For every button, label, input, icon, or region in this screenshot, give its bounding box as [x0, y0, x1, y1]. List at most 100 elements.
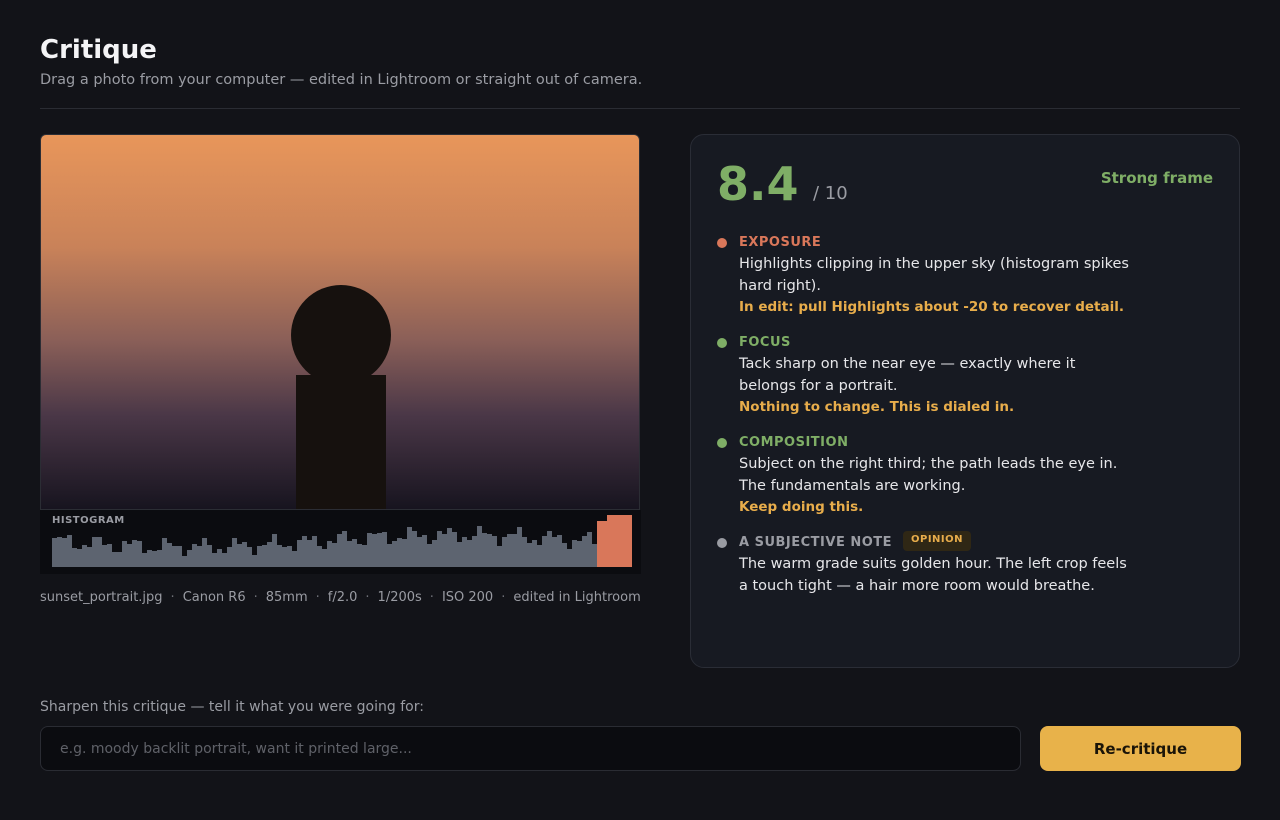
histogram-bar — [352, 539, 357, 567]
histogram-bar — [222, 553, 227, 567]
histogram-bar — [287, 546, 292, 567]
item-heading: COMPOSITION — [739, 435, 849, 450]
score-verdict: Strong frame — [1100, 169, 1213, 187]
meta-separator: · — [170, 590, 175, 605]
histogram-bar — [62, 538, 67, 567]
histogram-bar — [452, 532, 457, 567]
histogram-bar — [72, 548, 77, 567]
histogram-bar — [327, 541, 332, 567]
histogram-bar — [187, 550, 192, 567]
histogram-bar — [382, 532, 387, 567]
item-tip: Keep doing this. — [739, 499, 864, 515]
histogram-chart — [52, 515, 632, 567]
histogram-bar — [527, 543, 532, 567]
item-body: Highlights clipping in the upper sky (hi… — [739, 256, 1129, 294]
histogram-bar — [572, 540, 577, 567]
histogram-bar — [337, 534, 342, 567]
critique-panel: 8.4 / 10 Strong frame EXPOSURE Highlight… — [690, 134, 1240, 668]
histogram-bar — [92, 537, 97, 567]
status-dot — [717, 238, 727, 248]
histogram-bar — [477, 526, 482, 567]
header: Critique Drag a photo from your computer… — [40, 34, 1240, 88]
refine-prompt-input[interactable] — [40, 726, 1021, 771]
histogram-bar — [282, 547, 287, 567]
score-value: 8.4 — [717, 157, 799, 211]
meta-aperture: f/2.0 — [327, 590, 358, 605]
item-heading: A SUBJECTIVE NOTE — [739, 535, 893, 550]
status-dot — [717, 438, 727, 448]
histogram-bar — [532, 540, 537, 567]
histogram-bar — [422, 535, 427, 567]
item-tip: Nothing to change. This is dialed in. — [739, 399, 1015, 415]
histogram-bar — [142, 553, 147, 567]
histogram-bar — [522, 537, 527, 567]
histogram-bar — [127, 544, 132, 567]
photo-image — [40, 134, 640, 510]
histogram-clipping-bar — [607, 515, 632, 567]
item-tip: In edit: pull Highlights about -20 to re… — [739, 299, 1124, 315]
histogram-bar — [462, 537, 467, 567]
histogram-bar — [172, 546, 177, 567]
histogram-bar — [542, 536, 547, 567]
meta-separator: · — [315, 590, 320, 605]
histogram-bar — [332, 543, 337, 567]
histogram-bar — [392, 541, 397, 567]
histogram-bar — [247, 547, 252, 567]
histogram-bar — [592, 544, 597, 567]
histogram-bar — [407, 527, 412, 567]
histogram-bar — [312, 536, 317, 567]
header-divider — [40, 108, 1240, 109]
histogram-bar — [557, 535, 562, 567]
item-body: The warm grade suits golden hour. The le… — [739, 556, 1127, 594]
page-subtitle: Drag a photo from your computer — edited… — [40, 72, 643, 88]
histogram-bar — [267, 542, 272, 567]
histogram-bar — [347, 541, 352, 567]
meta-focal-length: 85mm — [265, 590, 308, 605]
photo-preview: HISTOGRAM — [40, 134, 641, 574]
histogram-clipping-bar — [597, 521, 607, 567]
histogram-bar — [237, 544, 242, 567]
histogram-bar — [472, 536, 477, 567]
histogram-bar — [512, 534, 517, 567]
histogram-bar — [217, 549, 222, 567]
histogram-bar — [362, 545, 367, 567]
histogram-bar — [242, 542, 247, 567]
histogram-bar — [322, 549, 327, 567]
histogram-bar — [577, 541, 582, 567]
histogram-bar — [547, 531, 552, 567]
status-dot — [717, 538, 727, 548]
histogram-bar — [562, 543, 567, 567]
score-out-of: / 10 — [813, 183, 848, 204]
histogram-bar — [87, 547, 92, 567]
item-heading: EXPOSURE — [739, 235, 822, 250]
histogram-bar — [412, 531, 417, 567]
histogram-bar — [417, 537, 422, 567]
histogram-bar — [122, 541, 127, 567]
histogram-bar — [192, 544, 197, 567]
histogram-bar — [97, 537, 102, 567]
histogram-bar — [137, 541, 142, 567]
item-heading: FOCUS — [739, 335, 791, 350]
refine-prompt-label: Sharpen this critique — tell it what you… — [40, 699, 424, 715]
histogram-bar — [307, 540, 312, 567]
histogram-bar — [442, 534, 447, 567]
histogram-bar — [132, 540, 137, 567]
histogram-bar — [367, 533, 372, 567]
histogram-bar — [162, 538, 167, 567]
histogram-bar — [427, 544, 432, 567]
recritique-button[interactable]: Re-critique — [1040, 726, 1241, 771]
histogram-bar — [197, 546, 202, 567]
histogram-bar — [102, 545, 107, 567]
histogram-bar — [482, 533, 487, 567]
histogram-bar — [437, 531, 442, 567]
meta-separator: · — [365, 590, 370, 605]
histogram-bar — [467, 540, 472, 567]
histogram-bar — [502, 537, 507, 567]
histogram-bar — [117, 552, 122, 567]
meta-shutter: 1/200s — [377, 590, 422, 605]
histogram-bar — [317, 546, 322, 567]
histogram-bar — [177, 546, 182, 567]
histogram-bar — [492, 536, 497, 567]
histogram-bar — [377, 533, 382, 567]
histogram-bar — [397, 538, 402, 567]
